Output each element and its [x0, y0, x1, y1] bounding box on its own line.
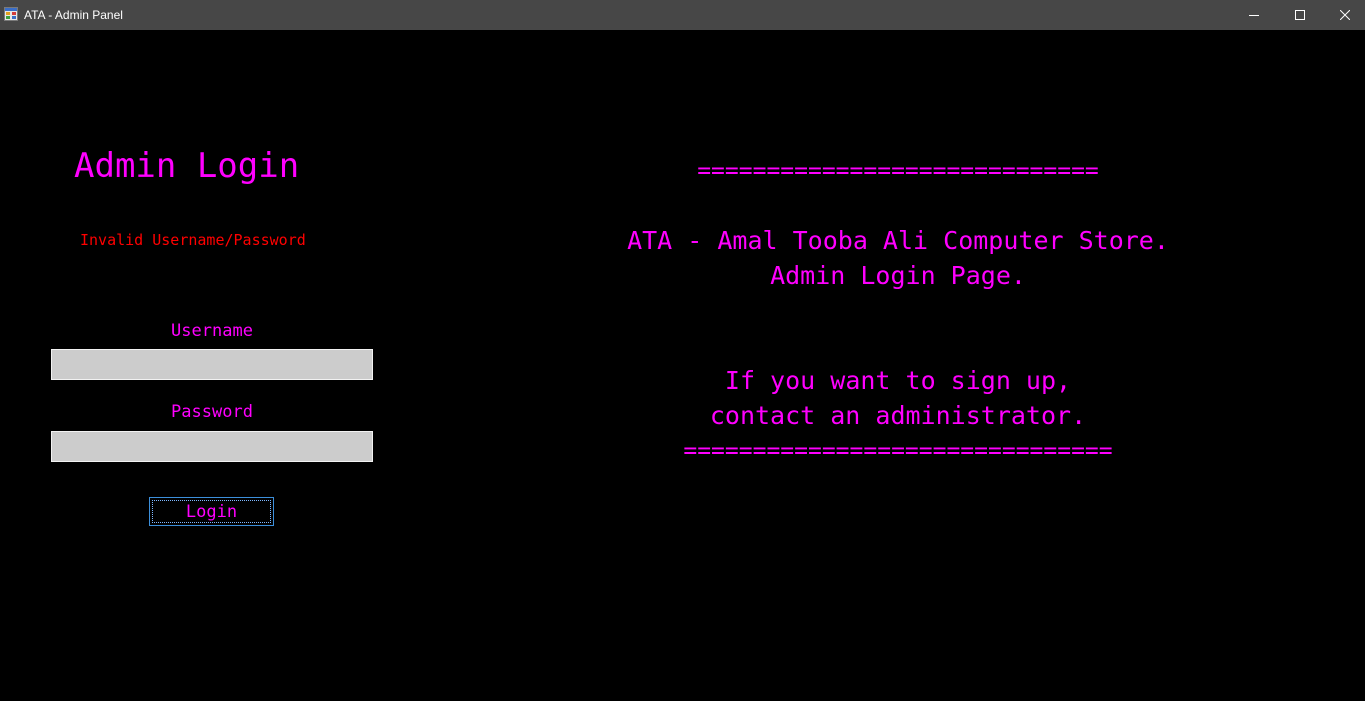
close-button[interactable]: [1322, 0, 1365, 30]
window-title: ATA - Admin Panel: [24, 8, 123, 22]
contact-admin-text: contact an administrator.: [709, 401, 1087, 430]
close-icon: [1340, 10, 1350, 20]
title-bar[interactable]: ATA - Admin Panel: [0, 0, 1365, 30]
separator-bottom: ===============================: [683, 438, 1113, 464]
maximize-button[interactable]: [1277, 0, 1323, 30]
maximize-icon: [1295, 10, 1305, 20]
username-label: Username: [171, 321, 253, 341]
page-name-text: Admin Login Page.: [770, 261, 1026, 290]
app-window: ATA - Admin Panel Admin Login Invalid Us…: [0, 0, 1365, 701]
minimize-icon: [1249, 15, 1259, 16]
app-window-icon: [4, 7, 18, 21]
username-input[interactable]: [51, 349, 373, 380]
login-button[interactable]: Login: [149, 497, 274, 526]
login-button-label: Login: [152, 500, 271, 523]
error-message: Invalid Username/Password: [80, 231, 306, 249]
separator-top: =============================: [697, 158, 1099, 184]
minimize-button[interactable]: [1231, 0, 1277, 30]
admin-login-title: Admin Login: [74, 146, 300, 186]
signup-info-text: If you want to sign up,: [724, 366, 1072, 395]
store-name-text: ATA - Amal Tooba Ali Computer Store.: [627, 226, 1169, 255]
password-label: Password: [171, 402, 253, 422]
password-input[interactable]: [51, 431, 373, 462]
